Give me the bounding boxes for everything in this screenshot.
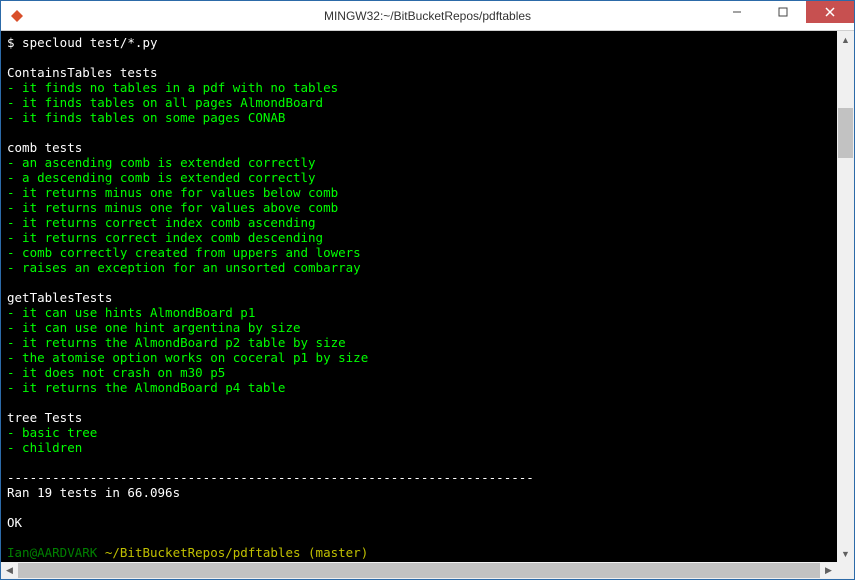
test-group-header: getTablesTests (7, 290, 112, 305)
test-result-line: - comb correctly created from uppers and… (7, 245, 361, 260)
scrollbar-corner (837, 562, 854, 579)
scroll-up-button[interactable]: ▲ (837, 31, 854, 48)
window-title: MINGW32:~/BitBucketRepos/pdftables (324, 9, 531, 23)
horizontal-scrollbar[interactable]: ◀ ▶ (1, 562, 837, 579)
close-button[interactable] (806, 1, 854, 23)
test-result-line: - it returns the AlmondBoard p2 table by… (7, 335, 346, 350)
test-result-line: - raises an exception for an unsorted co… (7, 260, 361, 275)
test-group-header: comb tests (7, 140, 82, 155)
shell-user-host: Ian@AARDVARK (7, 545, 97, 560)
test-result-line: - it can use hints AlmondBoard p1 (7, 305, 255, 320)
test-result-line: - basic tree (7, 425, 97, 440)
test-result-line: - it finds tables on some pages CONAB (7, 110, 285, 125)
test-result-line: - an ascending comb is extended correctl… (7, 155, 316, 170)
window-controls (714, 1, 854, 30)
vertical-scrollbar[interactable]: ▲ ▼ (837, 31, 854, 562)
test-result-line: - it returns the AlmondBoard p4 table (7, 380, 285, 395)
test-group-header: ContainsTables tests (7, 65, 158, 80)
scroll-down-button[interactable]: ▼ (837, 545, 854, 562)
shell-path: ~/BitBucketRepos/pdftables (master) (97, 545, 368, 560)
scroll-left-button[interactable]: ◀ (1, 562, 18, 579)
test-result-line: - it returns minus one for values below … (7, 185, 338, 200)
test-result-line: - children (7, 440, 82, 455)
horizontal-scroll-track[interactable] (18, 562, 820, 579)
maximize-button[interactable] (760, 1, 806, 23)
test-result-line: - it can use one hint argentina by size (7, 320, 301, 335)
titlebar: MINGW32:~/BitBucketRepos/pdftables (1, 1, 854, 31)
scroll-right-button[interactable]: ▶ (820, 562, 837, 579)
minimize-button[interactable] (714, 1, 760, 23)
test-result-line: - it finds no tables in a pdf with no ta… (7, 80, 338, 95)
test-result-line: - it returns correct index comb ascendin… (7, 215, 316, 230)
terminal-window: MINGW32:~/BitBucketRepos/pdftables $ spe… (0, 0, 855, 580)
app-icon (9, 8, 25, 24)
terminal-area: $ specloud test/*.py ContainsTables test… (1, 31, 854, 562)
test-result-line: - it returns minus one for values above … (7, 200, 338, 215)
test-result-line: - a descending comb is extended correctl… (7, 170, 316, 185)
horizontal-scroll-thumb[interactable] (18, 563, 820, 578)
test-result-line: - it finds tables on all pages AlmondBoa… (7, 95, 323, 110)
terminal-output[interactable]: $ specloud test/*.py ContainsTables test… (1, 31, 837, 562)
test-result-line: - it does not crash on m30 p5 (7, 365, 225, 380)
test-result-line: - it returns correct index comb descendi… (7, 230, 323, 245)
vertical-scroll-track[interactable] (837, 48, 854, 545)
test-group-header: tree Tests (7, 410, 82, 425)
vertical-scroll-thumb[interactable] (838, 108, 853, 158)
test-result-line: - the atomise option works on coceral p1… (7, 350, 368, 365)
